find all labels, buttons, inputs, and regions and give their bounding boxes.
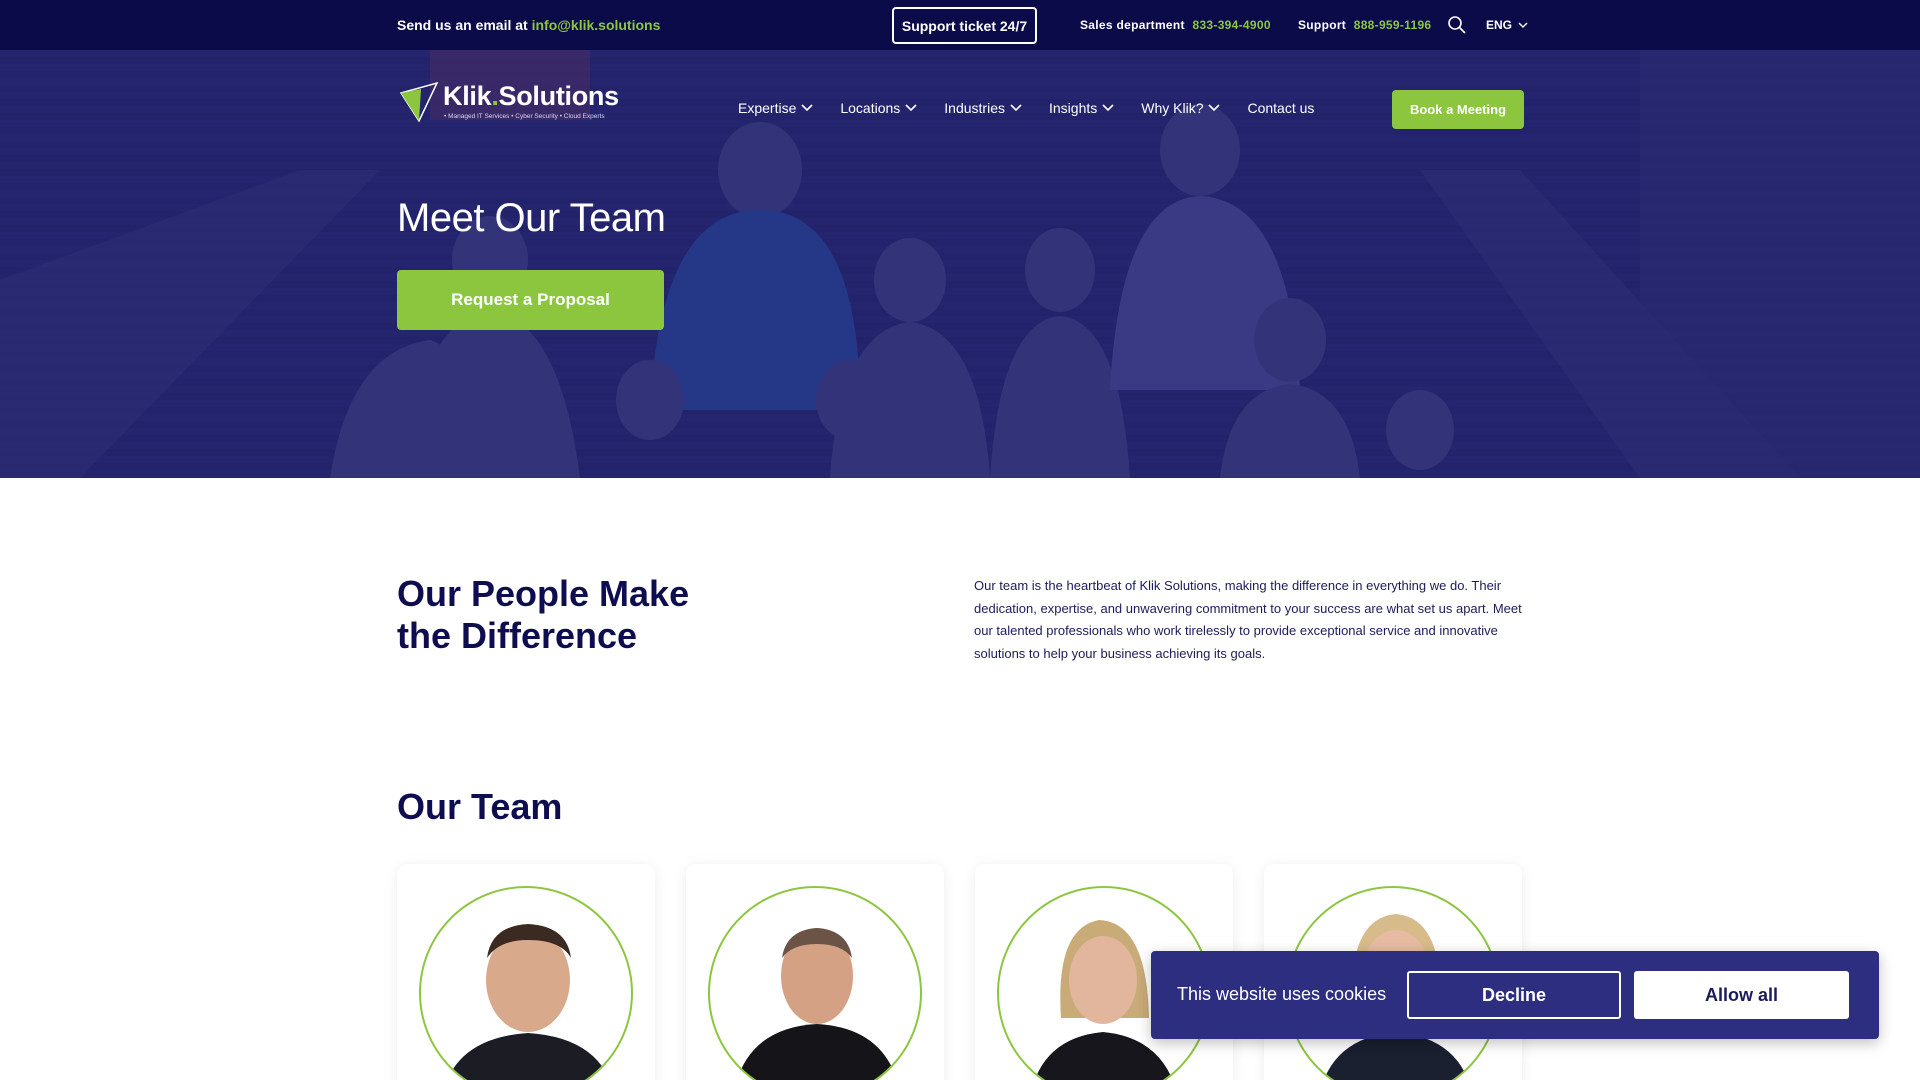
cookie-decline-button[interactable]: Decline	[1407, 971, 1621, 1019]
support-phone-link[interactable]: 888-959-1196	[1354, 18, 1432, 32]
nav-item-label: Industries	[944, 100, 1005, 116]
main-navigation: Expertise Locations Industries Insights …	[738, 100, 1341, 116]
logo-brand-b: Solutions	[498, 81, 620, 111]
request-proposal-button[interactable]: Request a Proposal	[397, 270, 664, 330]
logo-brand-dot: .	[491, 81, 499, 111]
chevron-down-icon	[1208, 104, 1221, 112]
intro-heading-line2: the Difference	[397, 615, 638, 656]
chevron-down-icon	[905, 104, 917, 112]
chevron-down-icon	[1010, 104, 1022, 112]
cookie-allow-all-button[interactable]: Allow all	[1634, 971, 1849, 1019]
logo-wordmark: Klik.Solutions	[443, 81, 619, 112]
nav-item-why-klik[interactable]: Why Klik?	[1141, 100, 1221, 116]
sales-phone-link[interactable]: 833-394-4900	[1192, 18, 1270, 32]
team-member-photo	[708, 886, 922, 1080]
cookie-message: This website uses cookies	[1177, 984, 1387, 1004]
language-selector[interactable]: ENG	[1486, 18, 1528, 32]
nav-item-locations[interactable]: Locations	[840, 100, 917, 116]
team-member-card[interactable]	[397, 864, 655, 1080]
support-ticket-button[interactable]: Support ticket 24/7	[892, 7, 1037, 44]
nav-item-label: Contact us	[1247, 100, 1315, 116]
nav-item-label: Insights	[1049, 100, 1098, 116]
person-portrait	[736, 928, 898, 1080]
book-meeting-button[interactable]: Book a Meeting	[1392, 90, 1524, 129]
person-portrait	[447, 924, 610, 1080]
email-prefix: Send us an email at	[397, 17, 528, 33]
nav-item-label: Expertise	[738, 100, 797, 116]
nav-item-industries[interactable]: Industries	[944, 100, 1022, 116]
hero-section: Klik.Solutions • Managed IT Services • C…	[0, 50, 1920, 478]
team-member-photo	[419, 886, 633, 1080]
language-label: ENG	[1486, 18, 1513, 32]
page-title: Meet Our Team	[397, 196, 666, 240]
logo-mark-icon	[399, 81, 439, 123]
nav-item-contact-us[interactable]: Contact us	[1247, 100, 1314, 116]
nav-item-expertise[interactable]: Expertise	[738, 100, 813, 116]
search-icon[interactable]	[1447, 15, 1467, 35]
logo-tagline: • Managed IT Services • Cyber Security •…	[444, 113, 605, 120]
nav-item-label: Why Klik?	[1141, 100, 1204, 116]
chevron-down-icon	[1102, 104, 1114, 112]
team-member-card[interactable]	[686, 864, 944, 1080]
intro-heading: Our People Make the Difference	[397, 573, 689, 657]
chevron-down-icon	[1518, 22, 1528, 29]
support-label: Support	[1298, 18, 1347, 32]
email-contact: Send us an email at info@klik.solutions	[397, 17, 660, 33]
nav-item-insights[interactable]: Insights	[1049, 100, 1114, 116]
intro-heading-line1: Our People Make	[397, 573, 690, 614]
email-link[interactable]: info@klik.solutions	[532, 17, 661, 33]
sales-label: Sales department	[1080, 18, 1185, 32]
support-contact: Support 888-959-1196	[1298, 18, 1431, 32]
nav-item-label: Locations	[840, 100, 901, 116]
klik-solutions-logo[interactable]: Klik.Solutions • Managed IT Services • C…	[397, 81, 619, 123]
top-bar: Send us an email at info@klik.solutions …	[0, 0, 1920, 50]
sales-department: Sales department 833-394-4900	[1080, 18, 1271, 32]
cookie-banner: This website uses cookies Decline Allow …	[1151, 951, 1879, 1039]
team-heading: Our Team	[397, 786, 563, 827]
logo-brand-a: Klik	[443, 81, 492, 111]
intro-paragraph: Our team is the heartbeat of Klik Soluti…	[974, 578, 1522, 661]
chevron-down-icon	[801, 104, 813, 112]
